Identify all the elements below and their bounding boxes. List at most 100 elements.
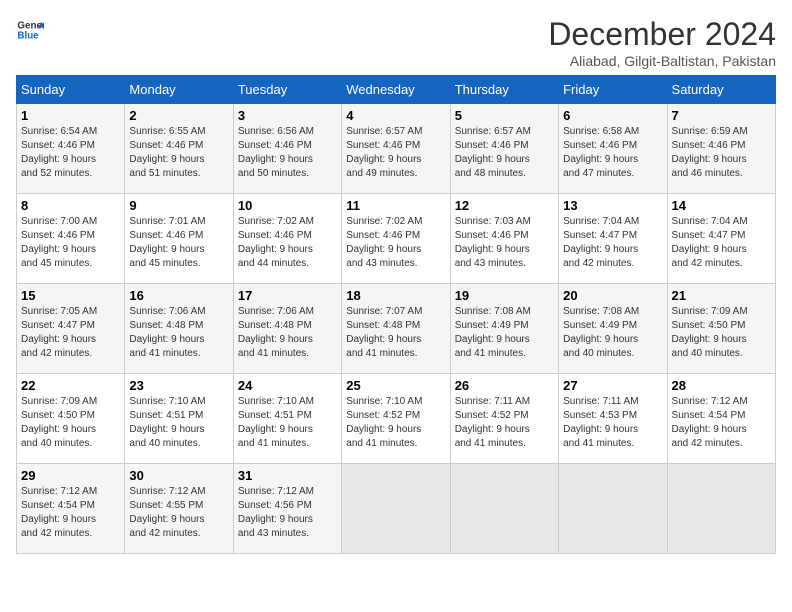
calendar-cell: 3 Sunrise: 6:56 AM Sunset: 4:46 PM Daylig… [233, 104, 341, 194]
day-info: Sunrise: 6:56 AM Sunset: 4:46 PM Dayligh… [238, 125, 337, 181]
day-info: Sunrise: 7:09 AM Sunset: 4:50 PM Dayligh… [21, 395, 120, 451]
day-number: 31 [238, 468, 337, 483]
day-number: 8 [21, 198, 120, 213]
day-info: Sunrise: 6:59 AM Sunset: 4:46 PM Dayligh… [672, 125, 771, 181]
day-info: Sunrise: 7:05 AM Sunset: 4:47 PM Dayligh… [21, 305, 120, 361]
day-info: Sunrise: 7:07 AM Sunset: 4:48 PM Dayligh… [346, 305, 445, 361]
day-number: 5 [455, 108, 554, 123]
calendar-week-4: 22 Sunrise: 7:09 AM Sunset: 4:50 PM Dayli… [17, 374, 776, 464]
calendar-cell: 18 Sunrise: 7:07 AM Sunset: 4:48 PM Dayli… [342, 284, 450, 374]
calendar-cell [342, 464, 450, 554]
logo-icon: General Blue [16, 16, 44, 44]
day-info: Sunrise: 7:06 AM Sunset: 4:48 PM Dayligh… [129, 305, 228, 361]
calendar-cell: 29Sunrise: 7:12 AM Sunset: 4:54 PM Dayli… [17, 464, 125, 554]
day-number: 3 [238, 108, 337, 123]
calendar-week-5: 29Sunrise: 7:12 AM Sunset: 4:54 PM Dayli… [17, 464, 776, 554]
calendar-cell: 21 Sunrise: 7:09 AM Sunset: 4:50 PM Dayli… [667, 284, 775, 374]
day-info: Sunrise: 7:12 AM Sunset: 4:54 PM Dayligh… [21, 485, 120, 541]
calendar-cell: 22 Sunrise: 7:09 AM Sunset: 4:50 PM Dayli… [17, 374, 125, 464]
day-number: 4 [346, 108, 445, 123]
day-number: 28 [672, 378, 771, 393]
day-of-week-row: SundayMondayTuesdayWednesdayThursdayFrid… [17, 76, 776, 104]
calendar-cell: 6Sunrise: 6:58 AM Sunset: 4:46 PM Daylig… [559, 104, 667, 194]
day-number: 24 [238, 378, 337, 393]
calendar-cell: 7 Sunrise: 6:59 AM Sunset: 4:46 PM Daylig… [667, 104, 775, 194]
day-number: 9 [129, 198, 228, 213]
day-info: Sunrise: 6:54 AM Sunset: 4:46 PM Dayligh… [21, 125, 120, 181]
dow-header-wednesday: Wednesday [342, 76, 450, 104]
day-info: Sunrise: 7:10 AM Sunset: 4:51 PM Dayligh… [238, 395, 337, 451]
day-info: Sunrise: 6:57 AM Sunset: 4:46 PM Dayligh… [346, 125, 445, 181]
day-info: Sunrise: 7:08 AM Sunset: 4:49 PM Dayligh… [563, 305, 662, 361]
day-number: 13 [563, 198, 662, 213]
calendar-cell: 2Sunrise: 6:55 AM Sunset: 4:46 PM Daylig… [125, 104, 233, 194]
dow-header-saturday: Saturday [667, 76, 775, 104]
day-number: 15 [21, 288, 120, 303]
page-header: General Blue December 2024 Aliabad, Gilg… [16, 16, 776, 69]
calendar-cell: 5 Sunrise: 6:57 AM Sunset: 4:46 PM Daylig… [450, 104, 558, 194]
day-number: 2 [129, 108, 228, 123]
day-number: 1 [21, 108, 120, 123]
calendar-table: SundayMondayTuesdayWednesdayThursdayFrid… [16, 75, 776, 554]
dow-header-monday: Monday [125, 76, 233, 104]
day-number: 21 [672, 288, 771, 303]
svg-text:Blue: Blue [17, 30, 39, 41]
dow-header-tuesday: Tuesday [233, 76, 341, 104]
calendar-week-1: 1 Sunrise: 6:54 AM Sunset: 4:46 PM Daylig… [17, 104, 776, 194]
calendar-cell: 14Sunrise: 7:04 AM Sunset: 4:47 PM Dayli… [667, 194, 775, 284]
calendar-cell: 13 Sunrise: 7:04 AM Sunset: 4:47 PM Dayli… [559, 194, 667, 284]
day-info: Sunrise: 7:12 AM Sunset: 4:55 PM Dayligh… [129, 485, 228, 541]
day-number: 26 [455, 378, 554, 393]
day-info: Sunrise: 7:09 AM Sunset: 4:50 PM Dayligh… [672, 305, 771, 361]
day-number: 7 [672, 108, 771, 123]
day-info: Sunrise: 7:01 AM Sunset: 4:46 PM Dayligh… [129, 215, 228, 271]
day-info: Sunrise: 7:12 AM Sunset: 4:54 PM Dayligh… [672, 395, 771, 451]
day-info: Sunrise: 6:57 AM Sunset: 4:46 PM Dayligh… [455, 125, 554, 181]
day-number: 20 [563, 288, 662, 303]
day-number: 10 [238, 198, 337, 213]
calendar-cell: 28 Sunrise: 7:12 AM Sunset: 4:54 PM Dayli… [667, 374, 775, 464]
calendar-cell: 10 Sunrise: 7:02 AM Sunset: 4:46 PM Dayli… [233, 194, 341, 284]
calendar-cell: 11 Sunrise: 7:02 AM Sunset: 4:46 PM Dayli… [342, 194, 450, 284]
logo: General Blue [16, 16, 44, 44]
calendar-body: 1 Sunrise: 6:54 AM Sunset: 4:46 PM Daylig… [17, 104, 776, 554]
day-info: Sunrise: 7:11 AM Sunset: 4:52 PM Dayligh… [455, 395, 554, 451]
day-info: Sunrise: 7:00 AM Sunset: 4:46 PM Dayligh… [21, 215, 120, 271]
day-info: Sunrise: 7:10 AM Sunset: 4:52 PM Dayligh… [346, 395, 445, 451]
day-info: Sunrise: 7:10 AM Sunset: 4:51 PM Dayligh… [129, 395, 228, 451]
calendar-cell [450, 464, 558, 554]
day-info: Sunrise: 7:02 AM Sunset: 4:46 PM Dayligh… [238, 215, 337, 271]
day-info: Sunrise: 7:04 AM Sunset: 4:47 PM Dayligh… [563, 215, 662, 271]
day-number: 25 [346, 378, 445, 393]
day-info: Sunrise: 7:12 AM Sunset: 4:56 PM Dayligh… [238, 485, 337, 541]
calendar-cell [667, 464, 775, 554]
day-info: Sunrise: 7:03 AM Sunset: 4:46 PM Dayligh… [455, 215, 554, 271]
calendar-cell: 1 Sunrise: 6:54 AM Sunset: 4:46 PM Daylig… [17, 104, 125, 194]
calendar-cell: 24 Sunrise: 7:10 AM Sunset: 4:51 PM Dayli… [233, 374, 341, 464]
calendar-cell: 20 Sunrise: 7:08 AM Sunset: 4:49 PM Dayli… [559, 284, 667, 374]
day-info: Sunrise: 6:58 AM Sunset: 4:46 PM Dayligh… [563, 125, 662, 181]
day-number: 22 [21, 378, 120, 393]
day-info: Sunrise: 7:06 AM Sunset: 4:48 PM Dayligh… [238, 305, 337, 361]
calendar-cell: 26 Sunrise: 7:11 AM Sunset: 4:52 PM Dayli… [450, 374, 558, 464]
calendar-cell: 30 Sunrise: 7:12 AM Sunset: 4:55 PM Dayli… [125, 464, 233, 554]
day-number: 16 [129, 288, 228, 303]
calendar-cell: 16 Sunrise: 7:06 AM Sunset: 4:48 PM Dayli… [125, 284, 233, 374]
title-area: December 2024 Aliabad, Gilgit-Baltistan,… [548, 16, 776, 69]
day-number: 19 [455, 288, 554, 303]
calendar-cell: 19Sunrise: 7:08 AM Sunset: 4:49 PM Dayli… [450, 284, 558, 374]
day-number: 18 [346, 288, 445, 303]
day-info: Sunrise: 7:02 AM Sunset: 4:46 PM Dayligh… [346, 215, 445, 271]
calendar-week-2: 8 Sunrise: 7:00 AM Sunset: 4:46 PM Daylig… [17, 194, 776, 284]
calendar-cell: 27Sunrise: 7:11 AM Sunset: 4:53 PM Dayli… [559, 374, 667, 464]
day-number: 14 [672, 198, 771, 213]
day-number: 11 [346, 198, 445, 213]
day-number: 30 [129, 468, 228, 483]
calendar-cell: 8 Sunrise: 7:00 AM Sunset: 4:46 PM Daylig… [17, 194, 125, 284]
day-number: 27 [563, 378, 662, 393]
calendar-cell: 4 Sunrise: 6:57 AM Sunset: 4:46 PM Daylig… [342, 104, 450, 194]
calendar-cell [559, 464, 667, 554]
dow-header-thursday: Thursday [450, 76, 558, 104]
dow-header-friday: Friday [559, 76, 667, 104]
dow-header-sunday: Sunday [17, 76, 125, 104]
